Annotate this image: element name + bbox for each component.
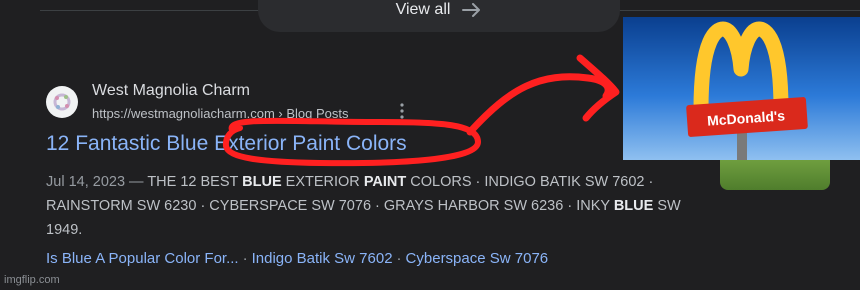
sitelink[interactable]: Indigo Batik Sw 7602 bbox=[252, 250, 393, 267]
snippet-keyword: BLUE bbox=[613, 198, 654, 214]
sitelink-separator: · bbox=[242, 250, 248, 267]
more-options-icon[interactable] bbox=[396, 102, 408, 120]
sitelink[interactable]: Cyberspace Sw 7076 bbox=[406, 250, 549, 267]
site-name[interactable]: West Magnolia Charm bbox=[92, 82, 250, 100]
arrow-annotation bbox=[466, 73, 612, 136]
site-favicon[interactable] bbox=[46, 86, 78, 118]
result-snippet: Jul 14, 2023 — THE 12 BEST BLUE EXTERIOR… bbox=[46, 170, 706, 242]
sitelink-separator: · bbox=[396, 250, 402, 267]
result-title-link[interactable]: 12 Fantastic Blue Exterior Paint Colors bbox=[46, 132, 407, 156]
watermark: imgflip.com bbox=[4, 274, 60, 286]
sitelink[interactable]: Is Blue A Popular Color For... bbox=[46, 250, 239, 267]
floral-wreath-icon bbox=[53, 93, 71, 111]
snippet-fragment: THE 12 BEST bbox=[143, 174, 243, 190]
result-date: Jul 14, 2023 — bbox=[46, 174, 144, 190]
snippet-keyword: PAINT bbox=[363, 174, 407, 190]
arrow-right-icon bbox=[462, 3, 481, 17]
mcdonalds-logo-image: McDonald's bbox=[623, 17, 860, 160]
mcdonalds-sign-graphic: McDonald's bbox=[686, 21, 808, 160]
site-url[interactable]: https://westmagnoliacharm.com › Blog Pos… bbox=[92, 106, 349, 121]
arrowhead-annotation bbox=[576, 54, 620, 122]
snippet-keyword: BLUE bbox=[242, 174, 282, 190]
sitelinks: Is Blue A Popular Color For... · Indigo Ba… bbox=[46, 250, 548, 267]
view-all-label: View all bbox=[395, 1, 451, 18]
view-all-button[interactable]: View all bbox=[258, 0, 620, 32]
result-thumbnail[interactable] bbox=[720, 160, 830, 190]
snippet-fragment: EXTERIOR bbox=[281, 174, 364, 190]
